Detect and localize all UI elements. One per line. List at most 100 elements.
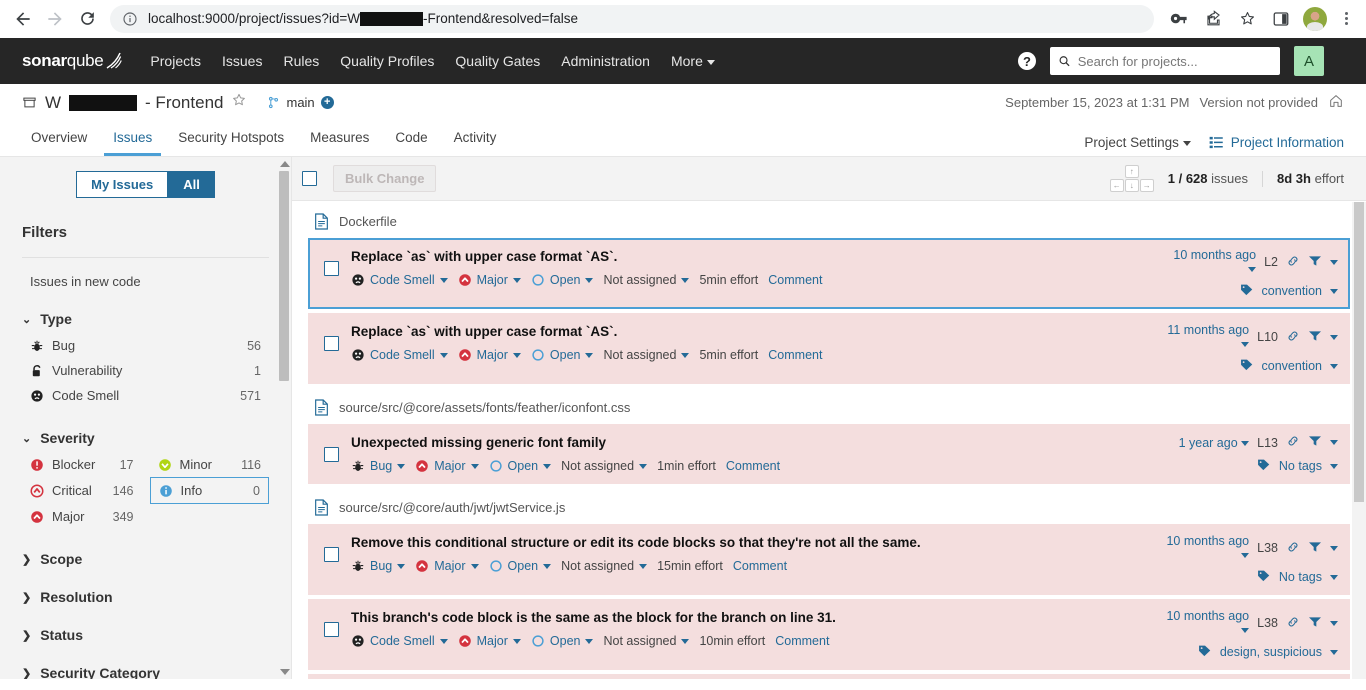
issue-right-bottom[interactable]: No tags: [1164, 458, 1338, 474]
issue-assignee[interactable]: Not assigned: [561, 559, 648, 573]
filter-icon[interactable]: [1308, 541, 1322, 556]
issue-type[interactable]: Bug: [351, 459, 406, 473]
issue-age[interactable]: 1 year ago: [1179, 436, 1250, 450]
issue-checkbox[interactable]: [324, 447, 339, 462]
star-icon[interactable]: [231, 92, 247, 113]
project-settings-menu[interactable]: Project Settings: [1084, 135, 1191, 150]
issue-comment-action[interactable]: Comment: [726, 459, 780, 473]
issue-age[interactable]: 10 months ago: [1164, 534, 1250, 562]
issue-checkbox[interactable]: [324, 547, 339, 562]
scroll-up-arrow-icon[interactable]: [280, 161, 290, 167]
issue-checkbox[interactable]: [324, 336, 339, 351]
search-input[interactable]: [1077, 53, 1272, 69]
scroll-down-arrow-icon[interactable]: [280, 669, 290, 675]
sonarqube-logo[interactable]: sonar qube: [22, 51, 124, 71]
scrollbar-thumb[interactable]: [1354, 202, 1364, 502]
issue-severity[interactable]: Major: [458, 634, 521, 648]
facet-item-major[interactable]: Major 349: [22, 504, 142, 529]
filter-icon[interactable]: [1308, 255, 1322, 270]
facet-header-type[interactable]: ⌄ Type: [22, 311, 269, 327]
issue-type[interactable]: Code Smell: [351, 273, 448, 287]
issue-comment-action[interactable]: Comment: [768, 348, 822, 362]
link-icon[interactable]: [1286, 434, 1300, 451]
avatar[interactable]: A: [1294, 46, 1324, 76]
nav-item-quality-profiles[interactable]: Quality Profiles: [340, 53, 434, 69]
issue-comment-action[interactable]: Comment: [768, 273, 822, 287]
issue-age[interactable]: 10 months ago: [1164, 248, 1257, 276]
help-icon[interactable]: ?: [1018, 52, 1036, 70]
site-info-icon[interactable]: [122, 11, 138, 27]
address-bar[interactable]: localhost:9000/project/issues?id=W -Fron…: [110, 4, 1154, 33]
issue-assignee[interactable]: Not assigned: [603, 273, 690, 287]
issue-message[interactable]: Remove this conditional structure or edi…: [351, 534, 1154, 552]
file-header[interactable]: source/src/@core/assets/fonts/feather/ic…: [308, 388, 1350, 424]
issues-scrollbar[interactable]: [1352, 202, 1366, 679]
file-header[interactable]: source/src/@core/auth/jwt/jwtService.js: [308, 488, 1350, 524]
issue-message[interactable]: Unexpected missing generic font family: [351, 434, 1154, 452]
link-icon[interactable]: [1286, 615, 1300, 632]
scrollbar-thumb[interactable]: [279, 171, 289, 381]
issue-comment-action[interactable]: Comment: [775, 634, 829, 648]
nav-item-projects[interactable]: Projects: [150, 53, 201, 69]
issue-age[interactable]: 11 months ago: [1164, 323, 1250, 351]
my-issues-button[interactable]: My Issues: [76, 171, 169, 198]
nav-item-rules[interactable]: Rules: [283, 53, 319, 69]
issue-assignee[interactable]: Not assigned: [561, 459, 648, 473]
issues-in-new-code-filter[interactable]: Issues in new code: [22, 258, 269, 289]
issue-right-bottom[interactable]: convention: [1164, 358, 1338, 374]
project-information-link[interactable]: Project Information: [1209, 135, 1344, 150]
issue-message[interactable]: Replace `as` with upper case format `AS`…: [351, 323, 1154, 341]
share-icon[interactable]: [1198, 4, 1228, 34]
plus-circle-icon[interactable]: +: [320, 96, 334, 109]
issue-severity[interactable]: Major: [458, 348, 521, 362]
issue-row[interactable]: Unexpected missing generic font family B…: [308, 424, 1350, 484]
nav-item-administration[interactable]: Administration: [561, 53, 650, 69]
link-icon[interactable]: [1286, 329, 1300, 346]
user-avatar[interactable]: [1300, 4, 1330, 34]
link-icon[interactable]: [1286, 254, 1300, 271]
nav-item-issues[interactable]: Issues: [222, 53, 262, 69]
issue-row[interactable]: This branch's code block is the same as …: [308, 599, 1350, 670]
tab-code[interactable]: Code: [386, 130, 436, 156]
tab-issues[interactable]: Issues: [104, 130, 162, 156]
issue-row[interactable]: Remove this conditional structure or edi…: [308, 524, 1350, 595]
tab-security-hotspots[interactable]: Security Hotspots: [169, 130, 293, 156]
facet-item-vulnerability[interactable]: Vulnerability 1: [22, 358, 269, 383]
bulk-change-button[interactable]: Bulk Change: [333, 165, 437, 192]
issue-row[interactable]: Refactor the code to avoid using this bo…: [308, 674, 1350, 679]
side-panel-icon[interactable]: [1266, 4, 1296, 34]
facet-header-security-category[interactable]: ❯ Security Category: [22, 665, 269, 679]
issue-status[interactable]: Open: [531, 634, 594, 648]
reload-icon[interactable]: [72, 4, 102, 34]
issue-assignee[interactable]: Not assigned: [603, 348, 690, 362]
chrome-menu-icon[interactable]: [1334, 4, 1358, 34]
issue-checkbox[interactable]: [324, 622, 339, 637]
facet-header-status[interactable]: ❯ Status: [22, 627, 269, 643]
bookmark-star-icon[interactable]: [1232, 4, 1262, 34]
home-icon[interactable]: [1328, 93, 1344, 112]
facet-item-minor[interactable]: Minor 116: [150, 452, 270, 477]
issue-comment-action[interactable]: Comment: [733, 559, 787, 573]
sidebar-scrollbar[interactable]: [277, 157, 291, 679]
facet-item-blocker[interactable]: Blocker 17: [22, 452, 142, 477]
issue-row[interactable]: Replace `as` with upper case format `AS`…: [308, 238, 1350, 309]
facet-item-critical[interactable]: Critical 146: [22, 477, 142, 504]
nav-item-quality-gates[interactable]: Quality Gates: [455, 53, 540, 69]
issue-status[interactable]: Open: [489, 459, 552, 473]
issue-type[interactable]: Bug: [351, 559, 406, 573]
filter-icon[interactable]: [1308, 616, 1322, 631]
back-arrow-icon[interactable]: [8, 4, 38, 34]
issue-row[interactable]: Replace `as` with upper case format `AS`…: [308, 313, 1350, 384]
issue-severity[interactable]: Major: [415, 459, 479, 473]
facet-header-scope[interactable]: ❯ Scope: [22, 551, 269, 567]
issue-right-bottom[interactable]: convention: [1164, 283, 1338, 299]
issue-age[interactable]: 10 months ago: [1164, 609, 1250, 637]
file-header[interactable]: Dockerfile: [308, 202, 1350, 238]
link-icon[interactable]: [1286, 540, 1300, 557]
global-search[interactable]: [1050, 47, 1280, 75]
facet-header-resolution[interactable]: ❯ Resolution: [22, 589, 269, 605]
issue-severity[interactable]: Major: [415, 559, 479, 573]
issue-right-bottom[interactable]: design, suspicious: [1164, 644, 1338, 660]
issue-status[interactable]: Open: [531, 273, 594, 287]
tab-activity[interactable]: Activity: [445, 130, 506, 156]
